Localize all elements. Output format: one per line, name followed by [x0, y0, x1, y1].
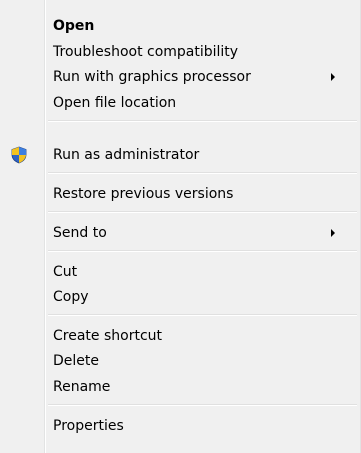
menu-item-rename[interactable]: Rename — [0, 375, 361, 399]
menu-item-label: Delete — [53, 353, 99, 369]
menu-item-label: Copy — [53, 289, 89, 305]
menu-item-label: Rename — [53, 379, 111, 395]
menu-item-troubleshoot-compatibility[interactable]: Troubleshoot compatibility — [0, 40, 361, 64]
menu-item-label: Troubleshoot compatibility — [53, 44, 239, 60]
submenu-arrow-icon — [331, 73, 335, 81]
menu-item-label: Create shortcut — [53, 328, 163, 344]
menu-separator — [48, 250, 357, 252]
menu-item-copy[interactable]: Copy — [0, 285, 361, 309]
menu-item-label: Cut — [53, 264, 78, 280]
uac-shield-icon — [11, 146, 27, 164]
menu-separator — [48, 211, 357, 213]
menu-separator — [48, 172, 357, 174]
menu-item-create-shortcut[interactable]: Create shortcut — [0, 324, 361, 348]
menu-separator — [48, 404, 357, 406]
menu-separator — [48, 120, 357, 122]
menu-item-label: Open — [53, 18, 95, 34]
menu-item-run-as-administrator[interactable]: Run as administrator — [0, 143, 361, 167]
menu-item-properties[interactable]: Properties — [0, 414, 361, 438]
menu-item-delete[interactable]: Delete — [0, 349, 361, 373]
menu-item-label: Open file location — [53, 95, 177, 111]
menu-item-cut[interactable]: Cut — [0, 260, 361, 284]
context-menu: Open Troubleshoot compatibility Run with… — [0, 0, 361, 453]
menu-item-open[interactable]: Open — [0, 14, 361, 38]
submenu-arrow-icon — [331, 229, 335, 237]
menu-item-open-file-location[interactable]: Open file location — [0, 91, 361, 115]
menu-item-label: Properties — [53, 418, 124, 434]
menu-separator — [48, 314, 357, 316]
menu-item-restore-previous-versions[interactable]: Restore previous versions — [0, 182, 361, 206]
menu-item-send-to[interactable]: Send to — [0, 221, 361, 245]
menu-item-label: Run as administrator — [53, 147, 200, 163]
menu-item-label: Restore previous versions — [53, 186, 234, 202]
menu-item-run-with-graphics-processor[interactable]: Run with graphics processor — [0, 65, 361, 89]
menu-item-label: Run with graphics processor — [53, 69, 251, 85]
menu-item-label: Send to — [53, 225, 107, 241]
